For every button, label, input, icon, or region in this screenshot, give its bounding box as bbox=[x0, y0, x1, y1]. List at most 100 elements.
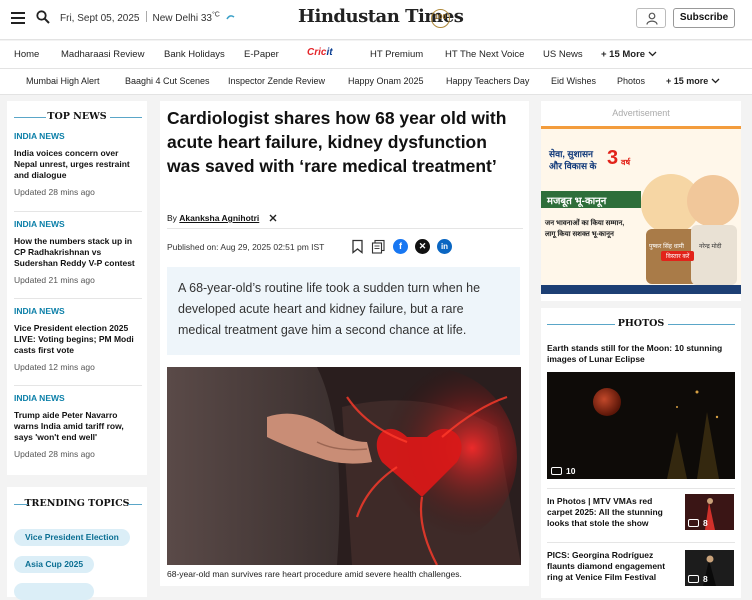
photo-story-image[interactable]: 10 bbox=[547, 372, 735, 479]
nav-item-baaghi-4[interactable]: Baaghi 4 Cut Scenes bbox=[125, 76, 210, 86]
ad-line-2: लागू किया सशक्त भू-कानून bbox=[545, 231, 614, 238]
weather-icon bbox=[225, 15, 235, 20]
ad-tagline-2: और विकास के bbox=[549, 161, 597, 171]
temperature-unit: °C bbox=[211, 11, 220, 19]
photo-count: 8 bbox=[688, 574, 708, 584]
cricket-logo[interactable]: Cricit bbox=[307, 47, 333, 58]
news-category[interactable]: INDIA NEWS bbox=[14, 131, 142, 141]
linkedin-icon[interactable]: in bbox=[437, 239, 452, 254]
trending-topic-pill[interactable]: Vice President Election bbox=[14, 529, 130, 546]
author-link[interactable]: Akanksha Agnihotri bbox=[179, 213, 259, 223]
chevron-down-icon bbox=[711, 78, 720, 84]
cricket-logo-part1: Cric bbox=[307, 47, 327, 58]
news-title[interactable]: Vice President election 2025 LIVE: Votin… bbox=[14, 323, 142, 356]
camera-icon bbox=[551, 467, 562, 475]
news-timestamp: Updated 21 mins ago bbox=[14, 275, 95, 285]
list-item[interactable]: INDIA NEWS India voices concern over Nep… bbox=[14, 131, 142, 197]
x-share-icon[interactable]: ✕ bbox=[415, 239, 430, 254]
news-title[interactable]: How the numbers stack up in CP Radhakris… bbox=[14, 236, 142, 269]
nav-item-inspector-zende[interactable]: Inspector Zende Review bbox=[228, 76, 325, 86]
photo-story-thumbnail[interactable]: 8 bbox=[685, 494, 734, 530]
nav-item-bank-holidays[interactable]: Bank Holidays bbox=[164, 49, 225, 60]
nav-item-madharaasi-review[interactable]: Madharaasi Review bbox=[61, 49, 144, 60]
photo-story-title[interactable]: In Photos | MTV VMAs red carpet 2025: Al… bbox=[547, 496, 679, 529]
divider bbox=[547, 488, 735, 489]
top-news-heading: TOP NEWS bbox=[7, 111, 147, 122]
published-date: Published on: Aug 29, 2025 02:51 pm IST bbox=[167, 242, 325, 252]
centenary-badge: 100 bbox=[431, 9, 450, 28]
advertisement-banner[interactable]: सेवा, सुशासन और विकास के 3 वर्ष मजबूत भू… bbox=[541, 126, 741, 294]
camera-icon bbox=[688, 519, 699, 527]
camera-icon bbox=[688, 575, 699, 583]
search-icon[interactable] bbox=[36, 10, 50, 24]
divider bbox=[547, 542, 735, 543]
dateline: Fri, Sept 05, 2025 New Delhi 33°C bbox=[60, 11, 235, 24]
current-date: Fri, Sept 05, 2025 bbox=[60, 13, 140, 24]
nav-item-photos[interactable]: Photos bbox=[617, 76, 645, 86]
ad-headline: मजबूत भू-कानून bbox=[547, 196, 607, 207]
news-timestamp: Updated 28 mins ago bbox=[14, 449, 95, 459]
news-category[interactable]: INDIA NEWS bbox=[14, 306, 142, 316]
nav-more-secondary-label: + 15 more bbox=[666, 76, 709, 86]
trending-topics-panel: TRENDING TOPICS Vice President Election … bbox=[7, 487, 147, 600]
news-title[interactable]: India voices concern over Nepal unrest, … bbox=[14, 148, 142, 181]
copy-icon[interactable] bbox=[371, 239, 386, 254]
trending-heading: TRENDING TOPICS bbox=[7, 498, 147, 509]
cricket-logo-part2: it bbox=[326, 47, 333, 58]
city: New Delhi bbox=[152, 13, 199, 24]
ad-cta-button[interactable]: विस्तार करें bbox=[661, 251, 695, 261]
nav-more-button[interactable]: + 15 More bbox=[601, 49, 657, 60]
chevron-down-icon bbox=[648, 51, 657, 57]
photo-story-thumbnail[interactable]: 8 bbox=[685, 550, 734, 586]
nav-more-label: + 15 More bbox=[601, 49, 646, 60]
lunar-eclipse-image bbox=[547, 372, 735, 479]
nav-item-home[interactable]: Home bbox=[14, 49, 39, 60]
ad-line-1: जन भावनाओं का किया सम्मान, bbox=[545, 220, 625, 227]
image-caption: 68-year-old man survives rare heart proc… bbox=[167, 569, 462, 579]
photo-story-title[interactable]: PICS: Georgina Rodríguez flaunts diamond… bbox=[547, 550, 679, 583]
list-item[interactable]: INDIA NEWS Trump aide Peter Navarro warn… bbox=[14, 393, 142, 459]
photo-count-value: 8 bbox=[703, 518, 708, 528]
trending-topic-pill[interactable]: Asia Cup 2025 bbox=[14, 556, 95, 573]
user-account-button[interactable] bbox=[636, 8, 666, 28]
news-timestamp: Updated 28 mins ago bbox=[14, 187, 95, 197]
hamburger-icon[interactable] bbox=[11, 12, 25, 24]
article-summary: A 68-year-old’s routine life took a sudd… bbox=[167, 267, 520, 355]
article-headline: Cardiologist shares how 68 year old with… bbox=[167, 108, 507, 176]
nav-item-mumbai-high-alert[interactable]: Mumbai High Alert bbox=[26, 76, 100, 86]
nav-item-e-paper[interactable]: E-Paper bbox=[244, 49, 279, 60]
divider bbox=[14, 211, 142, 212]
subscribe-button[interactable]: Subscribe bbox=[673, 8, 735, 28]
nav-item-happy-onam[interactable]: Happy Onam 2025 bbox=[348, 76, 424, 86]
article-hero-image bbox=[167, 367, 521, 565]
facebook-icon[interactable]: f bbox=[393, 239, 408, 254]
photos-panel: PHOTOS Earth stands still for the Moon: … bbox=[541, 308, 741, 598]
temperature: 33 bbox=[200, 13, 212, 24]
ad-years-word: वर्ष bbox=[621, 158, 631, 167]
byline: By Akanksha Agnihotri bbox=[167, 213, 259, 223]
top-news-title: TOP NEWS bbox=[47, 111, 107, 122]
advertisement-label: Advertisement bbox=[612, 108, 670, 118]
primary-nav: Home Madharaasi Review Bank Holidays E-P… bbox=[0, 41, 752, 69]
user-icon bbox=[646, 12, 658, 25]
ad-years: 3 bbox=[607, 147, 619, 169]
news-category[interactable]: INDIA NEWS bbox=[14, 219, 142, 229]
list-item[interactable]: INDIA NEWS Vice President election 2025 … bbox=[14, 306, 142, 372]
nav-item-us-news[interactable]: US News bbox=[543, 49, 583, 60]
nav-item-ht-premium[interactable]: HT Premium bbox=[370, 49, 423, 60]
nav-more-secondary-button[interactable]: + 15 more bbox=[666, 76, 720, 86]
nav-item-happy-teachers-day[interactable]: Happy Teachers Day bbox=[446, 76, 529, 86]
ad-name-1: पुष्कर सिंह धामी bbox=[649, 244, 684, 250]
nav-item-ht-next-voice[interactable]: HT The Next Voice bbox=[445, 49, 524, 60]
photo-count-value: 10 bbox=[566, 466, 576, 476]
bookmark-icon[interactable] bbox=[350, 239, 365, 254]
news-title[interactable]: Trump aide Peter Navarro warns India ami… bbox=[14, 410, 142, 443]
list-item[interactable]: INDIA NEWS How the numbers stack up in C… bbox=[14, 219, 142, 285]
advertisement-panel: Advertisement सेवा, सुशासन और विकास के 3… bbox=[541, 101, 741, 301]
photos-heading: PHOTOS bbox=[541, 318, 741, 329]
news-category[interactable]: INDIA NEWS bbox=[14, 393, 142, 403]
x-icon[interactable] bbox=[269, 214, 277, 222]
photo-story-title[interactable]: Earth stands still for the Moon: 10 stun… bbox=[547, 343, 735, 365]
nav-item-eid-wishes[interactable]: Eid Wishes bbox=[551, 76, 596, 86]
top-news-panel: TOP NEWS INDIA NEWS India voices concern… bbox=[7, 101, 147, 475]
